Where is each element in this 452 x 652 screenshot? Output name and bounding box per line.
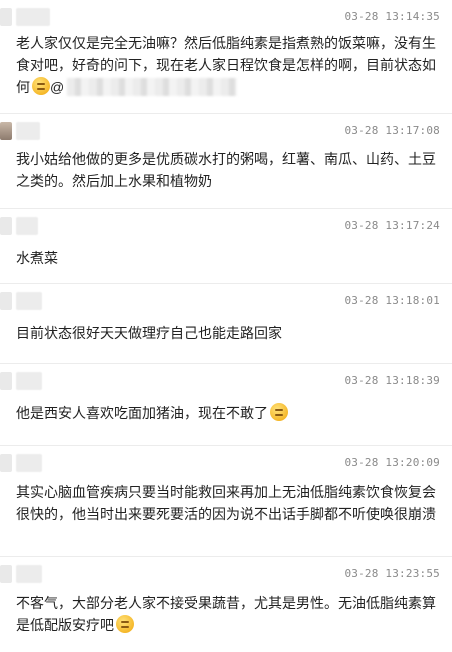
comment-item: 03-28 13:18:39 他是西安人喜欢吃面加猪油，现在不敢了 — [0, 364, 452, 446]
username-redacted[interactable] — [16, 565, 42, 583]
comment-time: 03-28 13:17:24 — [344, 219, 440, 232]
comment-item: 03-28 13:14:35 老人家仅仅是完全无油嘛？然后低脂纯素是指煮熟的饭菜… — [0, 0, 452, 114]
thinking-face-icon — [32, 77, 50, 95]
comment-list: 03-28 13:14:35 老人家仅仅是完全无油嘛？然后低脂纯素是指煮熟的饭菜… — [0, 0, 452, 652]
thinking-face-icon — [270, 403, 288, 421]
comment-text-block: 老人家仅仅是完全无油嘛？然后低脂纯素是指煮熟的饭菜嘛，没有生食对吧，好奇的问下，… — [16, 32, 442, 98]
comment-text: 目前状态很好天天做理疗自己也能走路回家 — [16, 325, 282, 341]
avatar[interactable] — [0, 372, 12, 390]
comment-text: 他是西安人喜欢吃面加猪油，现在不敢了 — [16, 405, 268, 421]
comment-text: 我小姑给他做的更多是优质碳水打的粥喝，红薯、南瓜、山药、土豆之类的。然后加上水果… — [16, 151, 436, 189]
username-redacted[interactable] — [16, 122, 40, 140]
comment-item: 03-28 13:23:55 不客气，大部分老人家不接受果蔬昔，尤其是男性。无油… — [0, 557, 452, 652]
comment-item: 03-28 13:17:24 水煮菜 — [0, 209, 452, 284]
username-redacted[interactable] — [16, 8, 50, 26]
comment-text: 其实心脑血管疾病只要当时能救回来再加上无油低脂纯素饮食恢复会很快的，他当时出来要… — [16, 484, 436, 522]
comment-time: 03-28 13:20:09 — [344, 456, 440, 469]
username-redacted[interactable] — [16, 372, 42, 390]
comment-item: 03-28 13:17:08 我小姑给他做的更多是优质碳水打的粥喝，红薯、南瓜、… — [0, 114, 452, 209]
comment-text: 不客气，大部分老人家不接受果蔬昔，尤其是男性。无油低脂纯素算是低配版安疗吧 — [16, 595, 436, 633]
comment-item: 03-28 13:20:09 其实心脑血管疾病只要当时能救回来再加上无油低脂纯素… — [0, 446, 452, 557]
username-redacted[interactable] — [16, 292, 42, 310]
avatar[interactable] — [0, 122, 12, 140]
mention-prefix[interactable]: @ — [50, 79, 64, 95]
comment-time: 03-28 13:18:39 — [344, 374, 440, 387]
comment-item: 03-28 13:18:01 目前状态很好天天做理疗自己也能走路回家 — [0, 284, 452, 364]
comment-time: 03-28 13:23:55 — [344, 567, 440, 580]
avatar[interactable] — [0, 292, 12, 310]
username-redacted[interactable] — [16, 454, 42, 472]
comment-text: 水煮菜 — [16, 250, 58, 266]
mention-redacted — [67, 78, 238, 96]
username-redacted[interactable] — [16, 217, 38, 235]
comment-time: 03-28 13:14:35 — [344, 10, 440, 23]
avatar[interactable] — [0, 454, 12, 472]
comment-text-block: 不客气，大部分老人家不接受果蔬昔，尤其是男性。无油低脂纯素算是低配版安疗吧 — [16, 592, 442, 636]
avatar[interactable] — [0, 8, 12, 26]
avatar[interactable] — [0, 217, 12, 235]
comment-time: 03-28 13:17:08 — [344, 124, 440, 137]
comment-time: 03-28 13:18:01 — [344, 294, 440, 307]
laughing-face-icon — [116, 615, 134, 633]
avatar[interactable] — [0, 565, 12, 583]
comment-text-block: 他是西安人喜欢吃面加猪油，现在不敢了 — [16, 402, 442, 424]
